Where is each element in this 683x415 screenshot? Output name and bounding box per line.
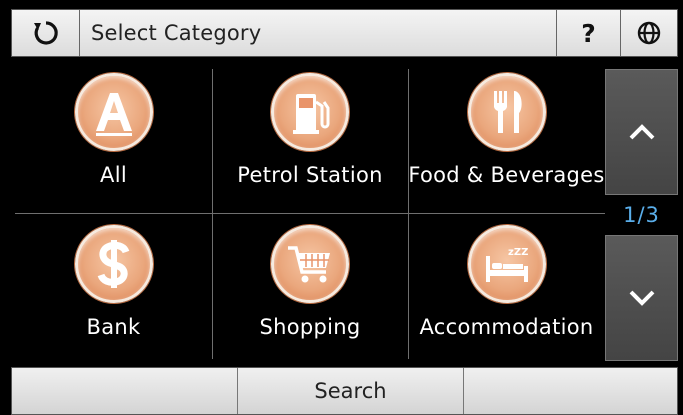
category-label: Bank (86, 315, 141, 339)
fork-knife-icon (493, 91, 522, 133)
category-label: Shopping (259, 315, 361, 339)
svg-text:zZZ: zZZ (508, 247, 528, 258)
category-label: All (100, 163, 127, 187)
bottom-left-button[interactable] (12, 368, 238, 414)
category-label: Food & Beverages (408, 163, 605, 187)
page-title: Select Category (80, 10, 557, 56)
category-petrol-station-button[interactable] (271, 73, 349, 151)
page-up-button[interactable] (605, 69, 678, 195)
bottom-bar: Search (11, 367, 678, 415)
help-label: ? (581, 18, 596, 48)
category-shopping[interactable]: Shopping (212, 225, 408, 339)
back-button[interactable] (12, 10, 80, 56)
letter-a-icon (95, 93, 132, 136)
bed-icon: zZZ (485, 247, 528, 282)
category-food-beverages[interactable]: Food & Beverages (408, 73, 605, 187)
grid-divider (15, 213, 605, 214)
category-accommodation[interactable]: zZZ Accommodation (408, 225, 605, 339)
category-label: Accommodation (419, 315, 594, 339)
category-bank[interactable]: Bank (15, 225, 212, 339)
search-button[interactable]: Search (238, 368, 464, 414)
category-petrol-station[interactable]: Petrol Station (212, 73, 408, 187)
header-bar: Select Category ? (11, 9, 678, 57)
page-down-button[interactable] (605, 235, 678, 361)
dollar-icon (97, 240, 129, 288)
category-grid: All Petrol Station Food & Beverages Bank… (15, 65, 605, 363)
screen: Select Category ? All Petrol Station Foo… (0, 0, 683, 415)
globe-icon (637, 21, 661, 45)
pagination-panel: 1/3 (605, 69, 678, 361)
chevron-up-icon (629, 124, 654, 140)
category-all[interactable]: All (15, 73, 212, 187)
chevron-down-icon (629, 290, 654, 306)
cart-icon (288, 246, 330, 283)
fuel-pump-icon (293, 94, 330, 134)
category-label: Petrol Station (237, 163, 383, 187)
category-bank-button[interactable] (74, 225, 153, 303)
page-indicator: 1/3 (605, 195, 678, 235)
category-all-button[interactable] (74, 73, 153, 151)
help-button[interactable]: ? (557, 10, 621, 56)
category-food-beverages-button[interactable] (467, 73, 546, 151)
category-accommodation-button[interactable]: zZZ (467, 225, 546, 303)
refresh-back-icon (33, 21, 58, 45)
bottom-right-button[interactable] (464, 368, 677, 414)
category-shopping-button[interactable] (271, 225, 349, 303)
language-button[interactable] (621, 10, 677, 56)
